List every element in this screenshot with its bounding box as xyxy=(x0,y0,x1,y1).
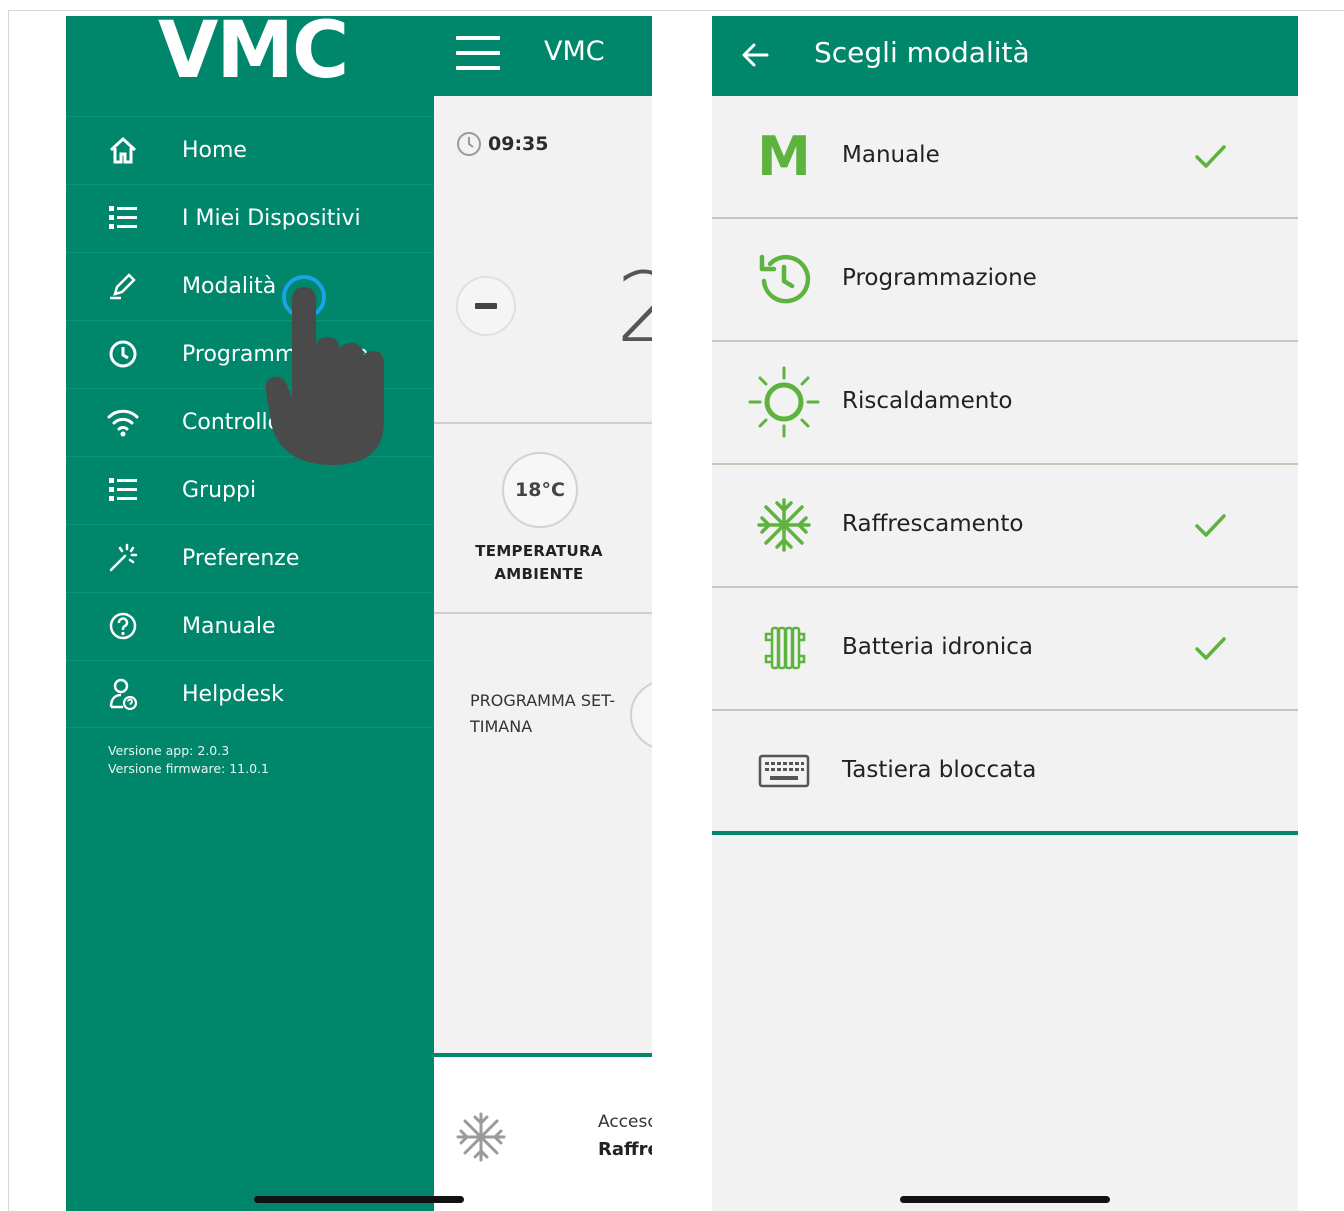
pencil-icon xyxy=(106,269,140,303)
top-bar: VMC xyxy=(434,16,652,96)
top-bar: Scegli modalità xyxy=(712,16,1298,96)
clock-icon xyxy=(106,337,140,371)
keyboard-icon xyxy=(748,735,820,807)
drawer-item-label: Manuale xyxy=(182,613,276,639)
help-icon xyxy=(106,609,140,643)
home-indicator[interactable] xyxy=(900,1196,1110,1203)
drawer-item-label: Home xyxy=(182,137,247,163)
drawer-item-home[interactable]: Home xyxy=(66,116,434,183)
wifi-icon xyxy=(106,405,140,439)
list-end-divider xyxy=(712,831,1298,835)
helpdesk-icon xyxy=(106,677,140,711)
mode-option-schedule[interactable]: Programmazione xyxy=(712,219,1298,342)
clock-icon xyxy=(457,132,481,156)
mode-option-hydronic-coil[interactable]: Batteria idronica xyxy=(712,588,1298,711)
navigation-drawer: VMC Home I Miei Dispositivi Modalità Pro… xyxy=(66,16,434,1211)
tap-gesture-hand-icon xyxy=(265,275,384,465)
sun-icon xyxy=(748,366,820,438)
drawer-item-label: Helpdesk xyxy=(182,681,284,707)
snowflake-icon xyxy=(456,1112,506,1162)
app-version: Versione app: 2.0.3 xyxy=(108,743,230,758)
firmware-version: Versione firmware: 11.0.1 xyxy=(108,761,269,776)
hamburger-menu-icon[interactable] xyxy=(456,36,500,74)
room-temperature-label: TEMPERATURA AMBIENTE xyxy=(464,540,614,586)
setpoint-value: 2 xyxy=(616,252,652,364)
mode-label: Tastiera bloccata xyxy=(842,757,1037,783)
list-icon xyxy=(106,201,140,235)
back-arrow-icon[interactable] xyxy=(740,40,770,70)
temperature-label-line1: TEMPERATURA xyxy=(475,542,603,560)
time-value: 09:35 xyxy=(488,133,549,155)
radiator-icon xyxy=(748,612,820,684)
divider xyxy=(434,422,652,424)
active-mode-label: Raffre xyxy=(598,1139,652,1160)
current-time: 09:35 xyxy=(456,131,548,157)
program-label-line1: PROGRAMMA SET- xyxy=(470,691,616,710)
home-icon xyxy=(106,133,140,167)
checkmark-icon xyxy=(1195,145,1226,168)
version-info: Versione app: 2.0.3 Versione firmware: 1… xyxy=(108,742,269,778)
left-phone-screen: VMC 09:35 2 18°C TEMPERATURA AMBIENTE PR… xyxy=(66,16,652,1211)
drawer-item-helpdesk[interactable]: Helpdesk xyxy=(66,660,434,728)
drawer-item-label: I Miei Dispositivi xyxy=(182,205,361,231)
checkmark-icon xyxy=(1195,637,1226,660)
weekly-program-label: PROGRAMMA SET- TIMANA xyxy=(470,688,630,740)
drawer-item-label: Preferenze xyxy=(182,545,300,571)
drawer-item-devices[interactable]: I Miei Dispositivi xyxy=(66,184,434,251)
page-title: Scegli modalità xyxy=(814,36,1030,69)
decrease-button[interactable] xyxy=(456,276,516,336)
schedule-clock-icon xyxy=(748,243,820,315)
snowflake-icon xyxy=(748,489,820,561)
program-label-line2: TIMANA xyxy=(470,717,533,736)
topbar-title: VMC xyxy=(544,36,605,67)
magic-wand-icon xyxy=(106,541,140,575)
drawer-item-label: Gruppi xyxy=(182,477,257,503)
right-phone-screen: Scegli modalità M Manuale Programmazione… xyxy=(712,16,1298,1211)
mode-option-cooling[interactable]: Raffrescamento xyxy=(712,465,1298,588)
mode-label: Riscaldamento xyxy=(842,388,1013,414)
power-status-label: Accesc xyxy=(598,1112,652,1132)
page-border-left xyxy=(8,10,9,1211)
page-border-top xyxy=(8,10,1344,11)
mode-option-manual[interactable]: M Manuale xyxy=(712,96,1298,219)
list-icon xyxy=(106,473,140,507)
drawer-item-preferences[interactable]: Preferenze xyxy=(66,524,434,591)
mode-option-keypad-lock[interactable]: Tastiera bloccata xyxy=(712,711,1298,832)
vmc-logo: VMC xyxy=(158,16,349,96)
home-indicator[interactable] xyxy=(254,1196,464,1203)
manual-m-icon: M xyxy=(757,124,811,188)
mode-label: Batteria idronica xyxy=(842,634,1034,660)
mode-option-heating[interactable]: Riscaldamento xyxy=(712,342,1298,465)
mode-label: Manuale xyxy=(842,142,940,168)
mode-label: Raffrescamento xyxy=(842,511,1024,537)
room-temperature-badge: 18°C xyxy=(502,452,578,528)
divider xyxy=(434,612,652,614)
drawer-item-manual[interactable]: Manuale xyxy=(66,592,434,659)
temperature-label-line2: AMBIENTE xyxy=(494,565,584,583)
mode-label: Programmazione xyxy=(842,265,1037,291)
checkmark-icon xyxy=(1195,514,1226,537)
